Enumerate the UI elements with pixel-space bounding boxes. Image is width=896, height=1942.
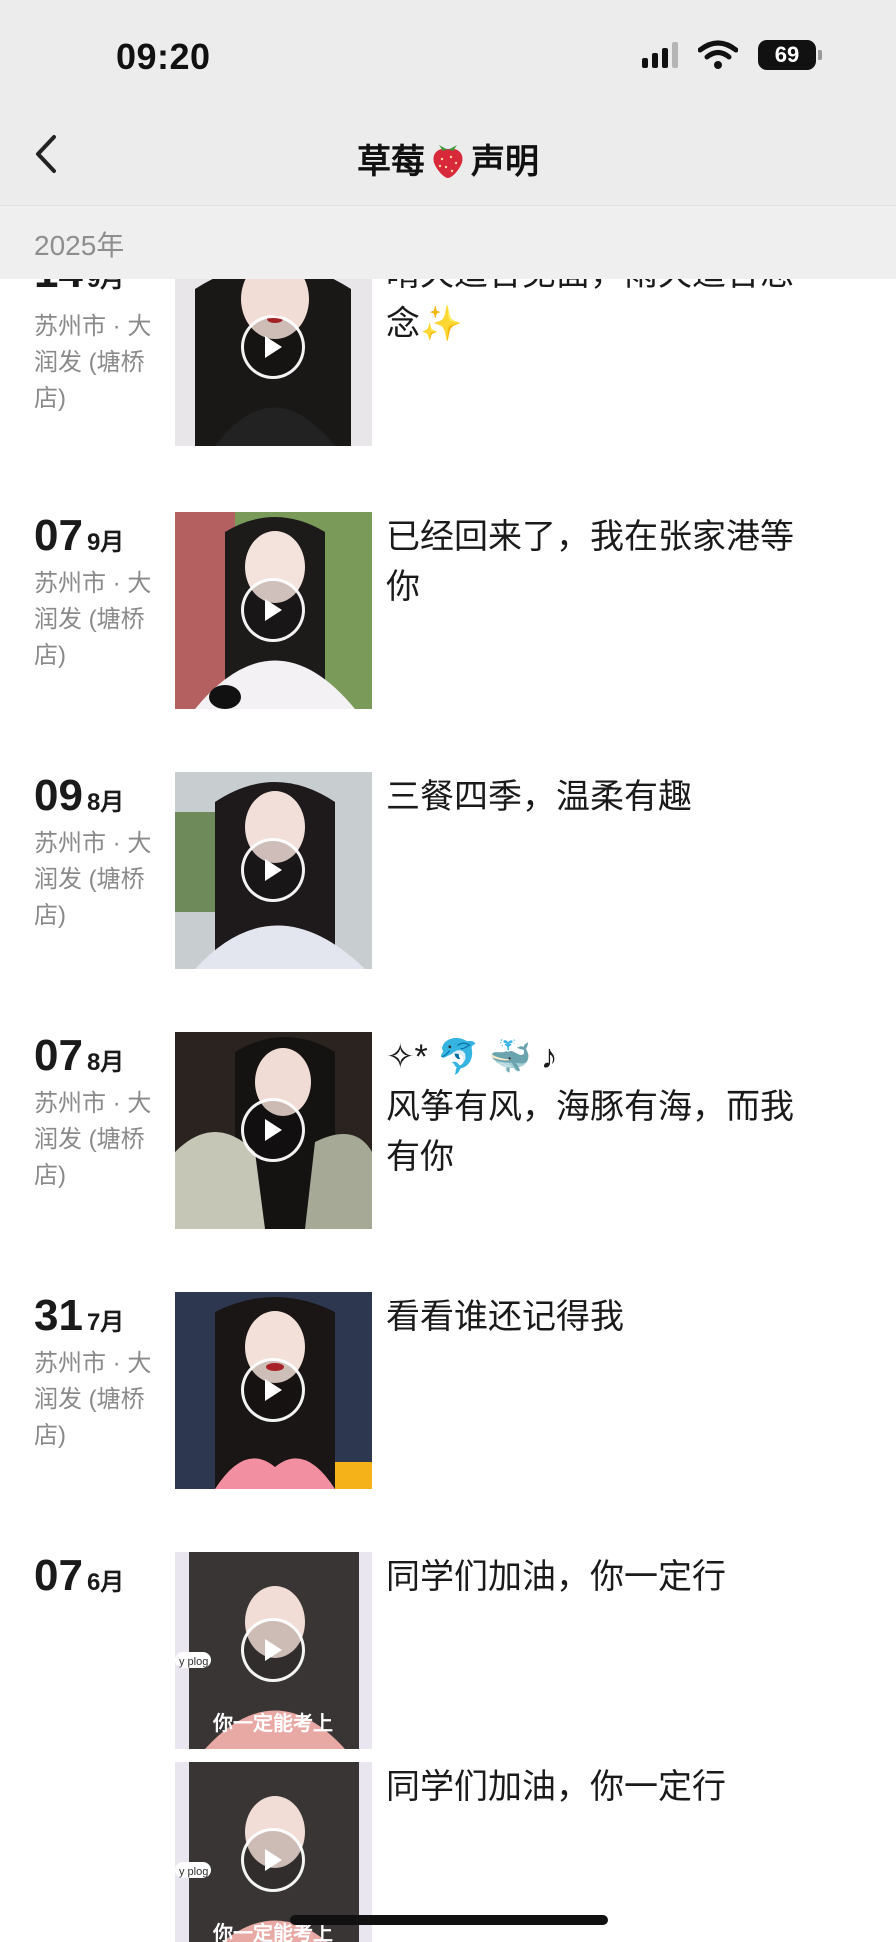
play-icon [241,1358,305,1422]
post-day: 14 [34,279,83,297]
post-item[interactable]: 07 9月 苏州市 · 大润发 (塘桥店) 已经回来了，我在张家港等你 [0,512,896,712]
top-bar: 09:20 69 草莓 声明 [0,0,896,205]
post-day: 07 [34,1031,83,1080]
post-month: 7月 [86,1309,125,1336]
post-item[interactable]: 14 9月 苏州市 · 大润发 (塘桥店) 晴天适合见面，雨天适合思念✨ [0,279,896,449]
post-item[interactable]: 07 8月 苏州市 · 大润发 (塘桥店) ✧* 🐬 🐳 ♪ 风筝有风，海豚有海… [0,1032,896,1232]
post-day: 09 [34,771,83,820]
title-right: 声明 [471,143,539,181]
cellular-signal-icon [642,42,678,68]
home-indicator[interactable] [290,1915,608,1925]
post-month: 6月 [86,1569,125,1596]
post-caption: 同学们加油，你一定行 [386,1558,726,1596]
post-feed[interactable]: 14 9月 苏州市 · 大润发 (塘桥店) 晴天适合见面，雨天适合思念✨ 07 … [0,279,896,1942]
post-caption: 看看谁还记得我 [386,1298,624,1336]
post-month: 8月 [86,789,125,816]
year-label: 2025年 [34,230,125,261]
play-icon [241,315,305,379]
video-thumbnail[interactable]: y plog 你一定能考上 [175,1552,372,1749]
thumb-tag: y plog [179,1866,208,1878]
video-thumbnail[interactable] [175,772,372,969]
video-thumbnail[interactable] [175,1292,372,1489]
thumb-tag: y plog [179,1656,208,1668]
play-icon [241,838,305,902]
play-icon [241,1098,305,1162]
post-caption: 晴天适合见面，雨天适合思念✨ [386,279,794,343]
post-day: 31 [34,1291,83,1340]
post-location: 苏州市 · 大润发 (塘桥店) [34,570,152,669]
post-location: 苏州市 · 大润发 (塘桥店) [34,1350,152,1449]
title-left: 草莓 [357,143,425,181]
status-icons: 69 [642,40,822,70]
post-month: 8月 [86,1049,125,1076]
post-location: 苏州市 · 大润发 (塘桥店) [34,830,152,929]
video-thumbnail[interactable] [175,279,372,446]
post-date: 07 8月 [34,1032,124,1080]
video-thumbnail[interactable] [175,512,372,709]
post-month: 9月 [86,529,125,556]
post-caption-emoji-line: ✧* 🐬 🐳 ♪ [386,1038,558,1076]
post-item[interactable]: 07 6月 y plog 你一定能考上 同学们加油，你一定行 [0,1552,896,1752]
post-month: 9月 [86,279,125,293]
play-icon [241,578,305,642]
post-location: 苏州市 · 大润发 (塘桥店) [34,1090,152,1189]
post-date: 07 9月 [34,512,124,560]
wifi-icon [698,40,738,69]
post-item[interactable]: 09 8月 苏州市 · 大润发 (塘桥店) 三餐四季，温柔有趣 [0,772,896,972]
post-caption-text: 风筝有风，海豚有海，而我有你 [386,1088,794,1176]
thumb-overlay-text: 你一定能考上 [212,1711,333,1735]
post-caption: 同学们加油，你一定行 [386,1768,726,1806]
battery-icon: 69 [758,40,822,70]
video-thumbnail[interactable] [175,1032,372,1229]
post-date: 31 7月 [34,1292,124,1340]
post-location: 苏州市 · 大润发 (塘桥店) [34,313,152,412]
post-caption: ✧* 🐬 🐳 ♪ 风筝有风，海豚有海，而我有你 [386,1032,826,1182]
post-caption: 已经回来了，我在张家港等你 [386,518,794,606]
year-section-header: 2025年 [0,205,896,279]
post-caption: 三餐四季，温柔有趣 [386,778,692,816]
post-item[interactable]: 31 7月 苏州市 · 大润发 (塘桥店) 看看谁还记得我 [0,1292,896,1492]
status-time: 09:20 [116,36,211,77]
post-date: 14 9月 [34,279,124,297]
play-icon [241,1828,305,1892]
post-day: 07 [34,1551,83,1600]
play-icon [241,1618,305,1682]
post-date: 07 6月 [34,1552,124,1600]
post-date: 09 8月 [34,772,124,820]
page-title: 草莓 声明 [0,134,896,183]
post-day: 07 [34,511,83,560]
strawberry-icon [433,144,463,178]
